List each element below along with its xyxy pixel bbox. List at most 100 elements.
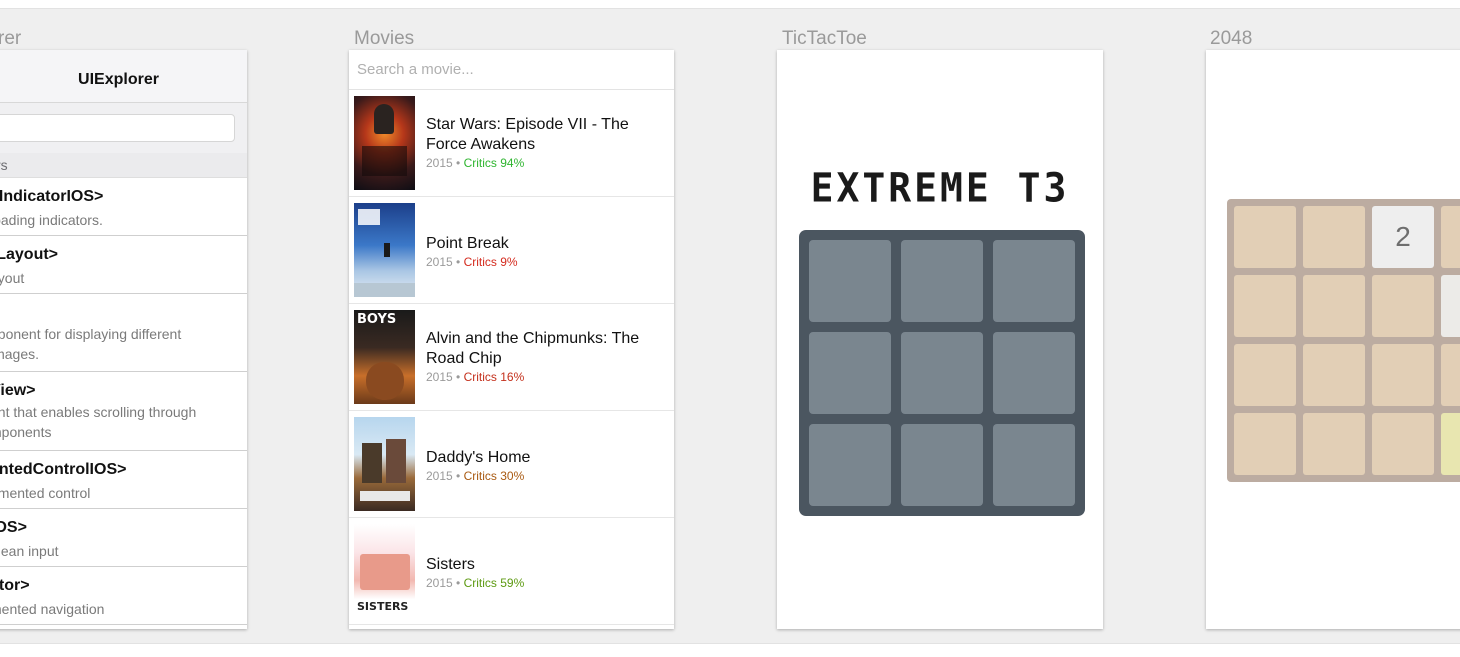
list-item-description: mented navigation: [0, 601, 105, 617]
movie-meta: 2015 • Critics 9%: [426, 255, 664, 269]
list-item-title: yIndicatorIOS>: [0, 188, 104, 205]
tictactoe-board: [799, 230, 1085, 516]
list-item-description: nponent for displaying different: [0, 326, 182, 342]
game2048-board[interactable]: 2: [1227, 199, 1460, 482]
uiexplorer-list-item[interactable]: yIndicatorIOS> loading indicators.: [0, 178, 247, 236]
column-title-movies: Movies: [354, 28, 415, 49]
meta-separator: •: [456, 576, 461, 590]
list-item-title: View>: [0, 382, 36, 399]
critics-score: Critics 16%: [463, 370, 525, 384]
uiexplorer-list-item[interactable]: rLayout> ayout: [0, 236, 247, 294]
game-title: EXTREME T3: [810, 164, 1070, 212]
grid-tile: [1441, 413, 1460, 475]
grid-tile: [1234, 413, 1296, 475]
grid-tile: [1303, 413, 1365, 475]
grid-tile: [1234, 206, 1296, 268]
board-cell[interactable]: [809, 424, 891, 506]
movie-year: 2015: [426, 255, 453, 269]
movie-row[interactable]: Daddy's Home 2015 • Critics 30%: [349, 411, 674, 518]
movie-row[interactable]: Star Wars: Episode VII - The Force Awake…: [349, 90, 674, 197]
board-cell[interactable]: [993, 424, 1075, 506]
list-item-description: olean input: [0, 543, 59, 559]
grid-tile: [1372, 275, 1434, 337]
grid-tile: [1372, 344, 1434, 406]
movie-year: 2015: [426, 576, 453, 590]
grid-tile: [1441, 344, 1460, 406]
poster-logo-text: SISTERS: [357, 600, 409, 613]
movie-row[interactable]: BOYS Alvin and the Chipmunks: The Road C…: [349, 304, 674, 411]
meta-separator: •: [456, 469, 461, 483]
column-title-tictactoe: TicTacToe: [782, 28, 867, 49]
grid-tile: 2: [1372, 206, 1434, 268]
list-item-description: ent that enables scrolling through: [0, 404, 197, 420]
list-item-title: entedControlIOS>: [0, 461, 127, 478]
movie-poster: [354, 96, 415, 190]
uiexplorer-search-bar: [0, 103, 247, 153]
list-item-description-line2: mponents: [0, 424, 52, 440]
board-cell[interactable]: [993, 332, 1075, 414]
movie-meta: 2015 • Critics 59%: [426, 576, 664, 590]
list-item-description: loading indicators.: [0, 212, 103, 228]
grid-tile: [1372, 413, 1434, 475]
list-item-title: IOS>: [0, 519, 27, 536]
movie-title: Daddy's Home: [426, 449, 531, 466]
board-cell[interactable]: [809, 332, 891, 414]
movie-row[interactable]: SISTERS Sisters 2015 • Critics 59%: [349, 518, 674, 625]
movie-search-input[interactable]: Search a movie...: [349, 50, 674, 90]
grid-tile: [1441, 275, 1460, 337]
list-item-title: >: [0, 304, 247, 322]
movie-title: Star Wars: Episode VII - The Force Awake…: [426, 116, 629, 153]
critics-score: Critics 94%: [463, 156, 525, 170]
meta-separator: •: [456, 156, 461, 170]
column-title-uiexplorer: rer: [0, 28, 22, 49]
tictactoe-screen: EXTREME T3: [777, 50, 1103, 629]
game2048-screen: 2: [1206, 50, 1460, 629]
movie-meta: 2015 • Critics 30%: [426, 469, 664, 483]
movie-meta: 2015 • Critics 94%: [426, 156, 664, 170]
movies-screen: Search a movie... Star Wars: Episode VII…: [349, 50, 674, 629]
board-cell[interactable]: [901, 240, 983, 322]
uiexplorer-list-item[interactable]: entedControlIOS> gmented control: [0, 451, 247, 509]
simulator-stage: rer Movies TicTacToe 2048 UIExplorer rs …: [0, 8, 1460, 644]
movie-title: Point Break: [426, 235, 509, 252]
meta-separator: •: [456, 370, 461, 384]
board-cell[interactable]: [993, 240, 1075, 322]
critics-score: Critics 59%: [463, 576, 525, 590]
movie-year: 2015: [426, 156, 453, 170]
uiexplorer-list-item[interactable]: IOS> olean input: [0, 509, 247, 567]
board-cell[interactable]: [901, 332, 983, 414]
board-cell[interactable]: [809, 240, 891, 322]
movie-meta: 2015 • Critics 16%: [426, 370, 664, 384]
list-item-title: ator>: [0, 577, 30, 594]
list-item-description: ayout: [0, 270, 25, 286]
movie-poster: SISTERS: [354, 524, 415, 618]
uiexplorer-screen: UIExplorer rs yIndicatorIOS> loading ind…: [0, 50, 247, 629]
poster-logo-text: BOYS: [357, 312, 397, 327]
grid-tile: [1303, 275, 1365, 337]
movie-year: 2015: [426, 469, 453, 483]
uiexplorer-search-input[interactable]: [0, 114, 235, 142]
uiexplorer-nav-title: UIExplorer: [0, 50, 247, 103]
list-item-title: rLayout>: [0, 246, 59, 263]
list-item-description: gmented control: [0, 485, 91, 501]
grid-tile: [1441, 206, 1460, 268]
critics-score: Critics 9%: [463, 255, 518, 269]
uiexplorer-list-item[interactable]: View> ent that enables scrolling through…: [0, 372, 247, 451]
grid-tile: [1234, 275, 1296, 337]
grid-tile: [1303, 344, 1365, 406]
column-title-2048: 2048: [1210, 28, 1253, 49]
movie-poster: [354, 203, 415, 297]
grid-tile: [1234, 344, 1296, 406]
critics-score: Critics 30%: [463, 469, 525, 483]
movie-row[interactable]: Point Break 2015 • Critics 9%: [349, 197, 674, 304]
uiexplorer-list-item[interactable]: > nponent for displaying different image…: [0, 294, 247, 372]
uiexplorer-list-item[interactable]: ator> mented navigation: [0, 567, 247, 625]
uiexplorer-section-header: rs: [0, 153, 247, 178]
board-cell[interactable]: [901, 424, 983, 506]
grid-tile: [1303, 206, 1365, 268]
movie-poster: BOYS: [354, 310, 415, 404]
movie-year: 2015: [426, 370, 453, 384]
movie-poster: [354, 417, 415, 511]
list-item-description-line2: images.: [0, 346, 40, 362]
movie-title: Sisters: [426, 556, 475, 573]
